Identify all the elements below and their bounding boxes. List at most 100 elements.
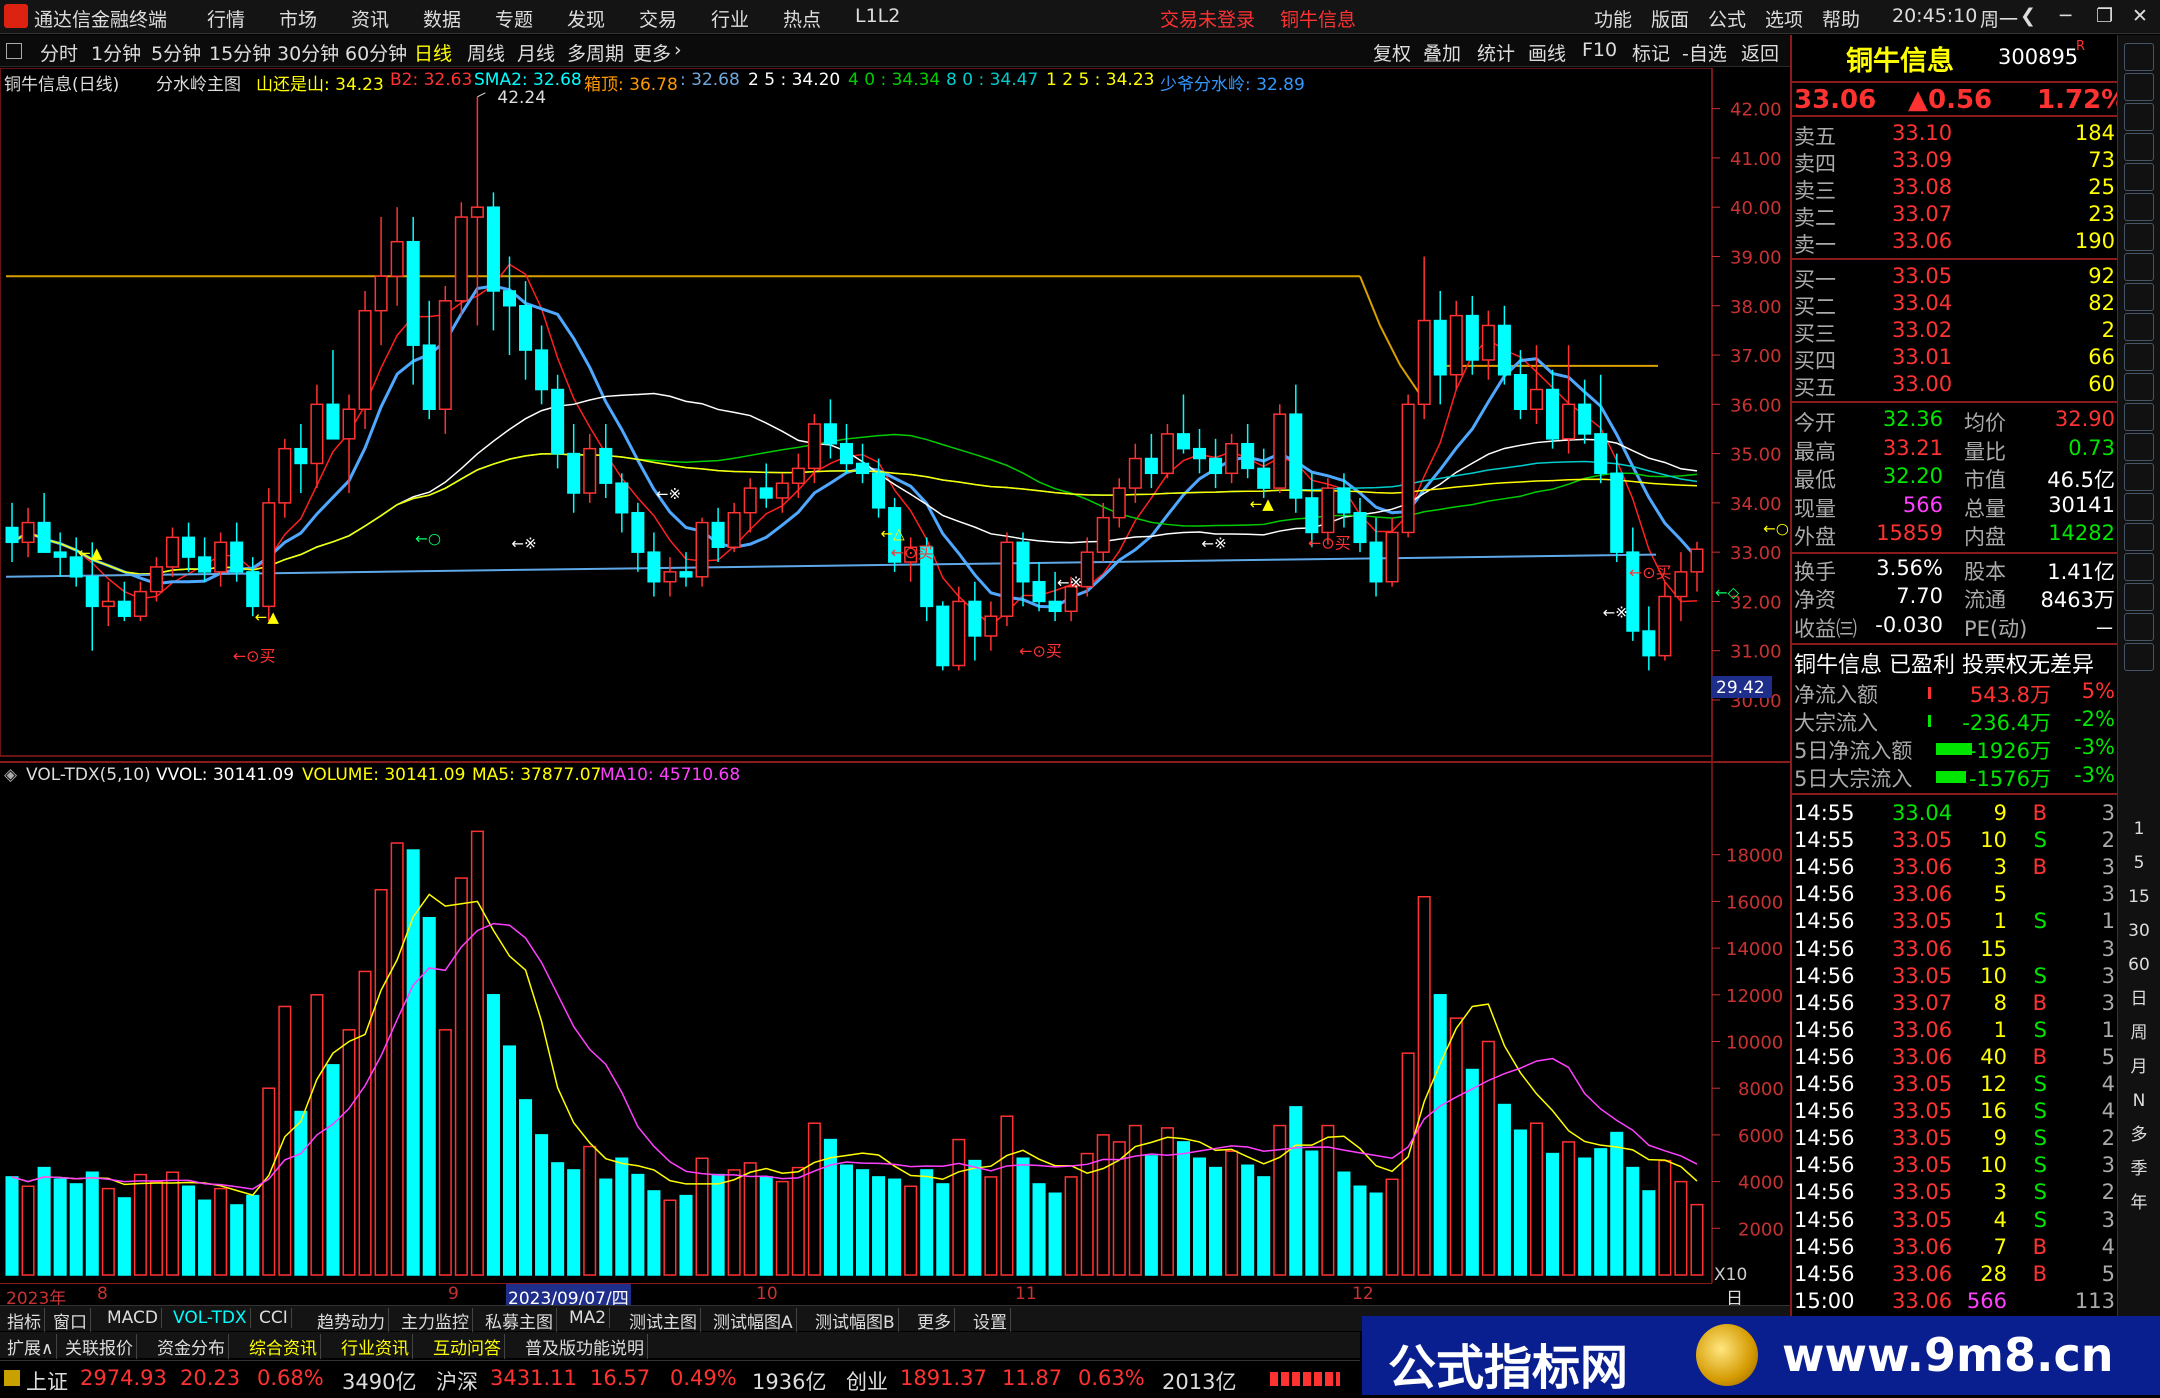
tick-row[interactable]: 14:56 33.05 12 S 4 — [1792, 1072, 2119, 1100]
grid-icon[interactable] — [2124, 193, 2154, 221]
ask-row[interactable]: 卖二 33.07 23 — [1792, 202, 2119, 230]
candle-body[interactable] — [37, 521, 51, 553]
period-shortcut[interactable]: 30 — [2124, 917, 2154, 945]
period-shortcut[interactable]: 季 — [2124, 1155, 2154, 1183]
candle-body[interactable] — [1465, 314, 1479, 361]
candle-body[interactable] — [262, 502, 276, 608]
tool-fuquan[interactable]: 复权 — [1373, 39, 1411, 66]
candle-body[interactable] — [117, 600, 131, 617]
menu-xuanxiang[interactable]: 选项 — [1765, 5, 1803, 32]
candle-body[interactable] — [807, 423, 821, 470]
tick-row[interactable]: 14:56 33.07 8 B 3 — [1792, 991, 2119, 1019]
indicator-tab[interactable]: 窗口 — [50, 1308, 91, 1333]
indicator-tab[interactable]: MA2 — [566, 1308, 611, 1328]
candle-body[interactable] — [1176, 433, 1190, 450]
news-icon[interactable] — [2124, 283, 2154, 311]
bottom-tab[interactable]: 普及版功能说明 — [522, 1334, 648, 1359]
tick-row[interactable]: 14:56 33.06 40 B 5 — [1792, 1045, 2119, 1073]
tick-row[interactable]: 14:56 33.06 15 3 — [1792, 937, 2119, 965]
bid-row[interactable]: 买二 33.04 82 — [1792, 291, 2119, 319]
fs-icon[interactable] — [2124, 613, 2154, 641]
tick-row[interactable]: 14:56 33.06 5 3 — [1792, 882, 2119, 910]
candle-body[interactable] — [374, 275, 388, 312]
vol-legend-icon[interactable]: ◈ — [4, 765, 17, 785]
flow-row[interactable]: 大宗流入 -236.4万 -2% — [1792, 707, 2119, 735]
indicator-tab[interactable]: 设置 — [970, 1308, 1011, 1333]
candle-body[interactable] — [1305, 497, 1319, 534]
candle-body[interactable] — [839, 442, 854, 465]
stat-row[interactable]: 净资 7.70 流通 8463万 — [1792, 584, 2119, 612]
candle-body[interactable] — [454, 216, 468, 302]
stat-row[interactable]: 最高 33.21 量比 0.73 — [1792, 436, 2119, 464]
tick-row[interactable]: 14:56 33.05 3 S 2 — [1792, 1180, 2119, 1208]
tf-15min[interactable]: 15分钟 — [209, 39, 271, 66]
tf-more[interactable]: 更多 — [633, 39, 671, 66]
candle-body[interactable] — [1337, 487, 1351, 514]
globe-icon[interactable] — [2124, 493, 2154, 521]
period-shortcut[interactable]: 年 — [2124, 1189, 2154, 1217]
bottom-tab[interactable]: 关联报价 — [62, 1334, 137, 1359]
candle-body[interactable] — [855, 462, 870, 475]
candle-body[interactable] — [1562, 403, 1576, 440]
menu-bangzhu[interactable]: 帮助 — [1822, 5, 1860, 32]
list-icon[interactable] — [2124, 163, 2154, 191]
menu-zixun[interactable]: 资讯 — [351, 5, 389, 32]
candle-body[interactable] — [711, 521, 725, 548]
candle-body[interactable] — [310, 403, 324, 465]
period-shortcut[interactable]: 周 — [2124, 1019, 2154, 1047]
menu-faxian[interactable]: 发现 — [567, 5, 605, 32]
candle-body[interactable] — [727, 511, 741, 548]
tick-row[interactable]: 14:56 33.05 9 S 2 — [1792, 1126, 2119, 1154]
dash-icon[interactable] — [2124, 343, 2154, 371]
tool-zixuan[interactable]: -自选 — [1682, 39, 1727, 66]
candle-body[interactable] — [872, 472, 886, 509]
money-icon[interactable] — [2124, 523, 2154, 551]
candle-body[interactable] — [1000, 541, 1014, 617]
candle-body[interactable] — [502, 290, 517, 307]
tool-tongji[interactable]: 统计 — [1477, 39, 1515, 66]
flow-row[interactable]: 5日净流入额 -1926万 -3% — [1792, 735, 2119, 763]
menu-banmian[interactable]: 版面 — [1651, 5, 1689, 32]
pen-icon[interactable] — [2124, 583, 2154, 611]
clock-icon[interactable] — [2124, 463, 2154, 491]
index-name[interactable]: 上证 — [26, 1366, 68, 1396]
candle-body[interactable] — [165, 536, 180, 568]
candle-body[interactable] — [1433, 319, 1447, 376]
indicator-tab[interactable]: 更多 — [914, 1308, 955, 1333]
tf-multi[interactable]: 多周期 — [567, 39, 624, 66]
tool-f10[interactable]: F10 — [1582, 39, 1617, 61]
candle-body[interactable] — [1160, 433, 1174, 475]
candle-body[interactable] — [663, 571, 677, 583]
candle-body[interactable] — [759, 487, 773, 499]
candle-body[interactable] — [358, 309, 372, 410]
candle-body[interactable] — [1080, 551, 1094, 588]
tick-row[interactable]: 14:56 33.06 3 B 3 — [1792, 855, 2119, 883]
down-arrow-icon[interactable] — [2124, 73, 2154, 101]
candle-body[interactable] — [1385, 531, 1399, 583]
candle-body[interactable] — [438, 300, 452, 410]
bid-row[interactable]: 买一 33.05 92 — [1792, 264, 2119, 292]
menu-jiaoyi[interactable]: 交易 — [639, 5, 677, 32]
candle-body[interactable] — [599, 447, 613, 484]
candle-body[interactable] — [1513, 374, 1527, 410]
candle-body[interactable] — [567, 452, 581, 494]
menu-shuju[interactable]: 数据 — [423, 5, 461, 32]
calc-icon[interactable] — [2124, 403, 2154, 431]
ask-row[interactable]: 卖一 33.06 190 — [1792, 229, 2119, 257]
tool-biaoji[interactable]: 标记 — [1632, 39, 1670, 66]
stock-notice[interactable]: 铜牛信息 已盈利 投票权无差异 — [1792, 647, 2119, 678]
close-icon[interactable]: ✕ — [2132, 5, 2148, 27]
indicator-tab[interactable]: 私募主图 — [482, 1308, 557, 1333]
candle-body[interactable] — [984, 615, 998, 637]
candle-body[interactable] — [791, 467, 805, 484]
candle-body[interactable] — [1273, 413, 1287, 489]
bid-row[interactable]: 买五 33.00 60 — [1792, 372, 2119, 400]
candle-body[interactable] — [1257, 467, 1271, 489]
period-shortcut[interactable]: 15 — [2124, 883, 2154, 911]
candle-body[interactable] — [1610, 472, 1624, 553]
layout-toggle-icon[interactable] — [6, 43, 22, 59]
indicator-tab[interactable]: MACD — [104, 1308, 162, 1328]
tick-row[interactable]: 14:56 33.06 7 B 4 — [1792, 1235, 2119, 1263]
candle-body[interactable] — [647, 551, 661, 583]
candle-body[interactable] — [1209, 457, 1223, 475]
